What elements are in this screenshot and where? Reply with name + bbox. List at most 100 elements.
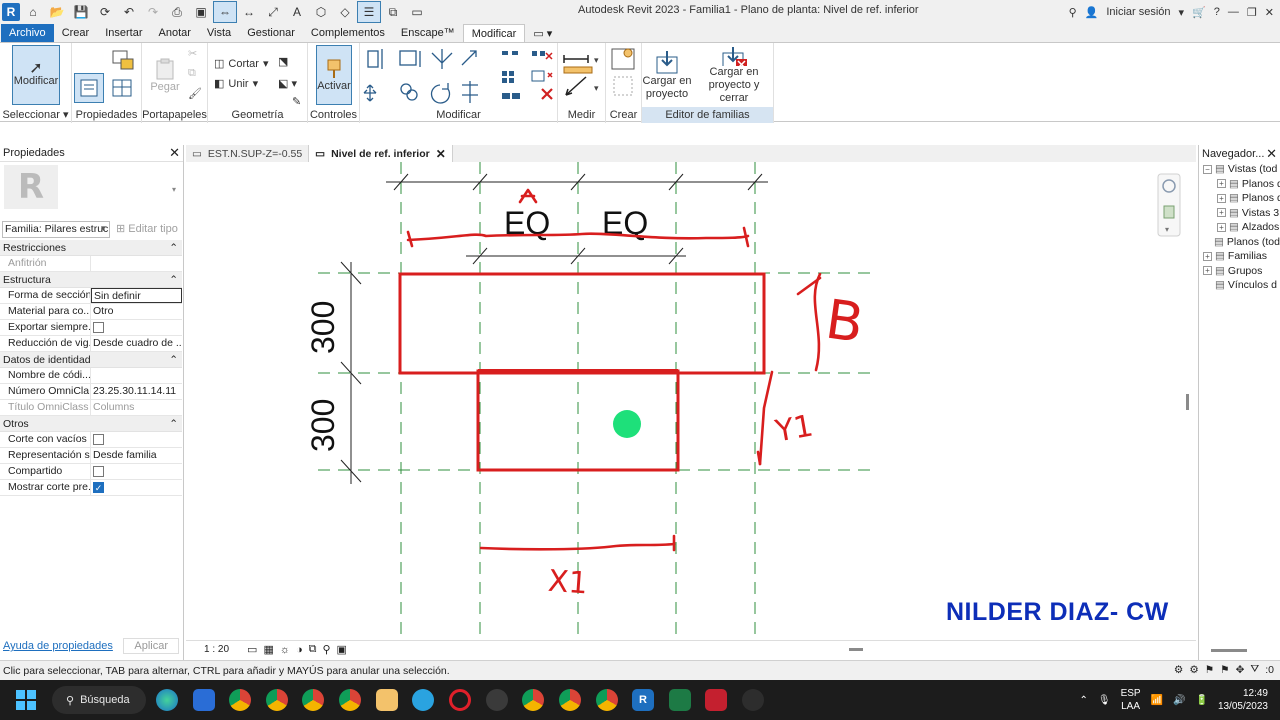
chrome-profile-6-icon[interactable]	[559, 689, 581, 711]
collapse-group-icon[interactable]: ⌃	[169, 274, 178, 286]
autocad-icon[interactable]	[705, 689, 727, 711]
browser-tree-item[interactable]: +▤Alzados (	[1199, 220, 1280, 235]
property-row[interactable]: Material para co... Otro	[0, 304, 182, 320]
property-row[interactable]: Forma de sección Sin definir	[0, 288, 182, 304]
browser-tree-item[interactable]: + ▤ Grupos	[1199, 264, 1280, 279]
modify-button[interactable]: ➚ Modificar	[12, 45, 60, 105]
collapse-group-icon[interactable]: ⌃	[169, 242, 178, 254]
redo-icon[interactable]: ↷	[142, 2, 164, 22]
family-types-button[interactable]	[108, 75, 138, 103]
cut-geometry-button[interactable]: ◫ Cortar ▾	[214, 57, 269, 71]
chrome-profile-7-icon[interactable]	[596, 689, 618, 711]
microphone-icon[interactable]: 🎙	[1098, 695, 1111, 706]
text-icon[interactable]: A	[286, 2, 308, 22]
unchecked-checkbox-icon[interactable]	[93, 466, 104, 477]
file-explorer-icon[interactable]	[376, 689, 398, 711]
drag-elements-icon[interactable]: ✥	[1236, 664, 1245, 676]
volume-icon[interactable]: 🔊	[1173, 695, 1185, 706]
tab-complementos[interactable]: Complementos	[303, 24, 393, 42]
chevron-up-icon[interactable]: ⌃	[1079, 695, 1087, 706]
edit-type-button[interactable]: ⊞ Editar tipo	[116, 221, 178, 238]
view-scale[interactable]: 1 : 20	[204, 644, 229, 655]
undo-icon[interactable]: ↶	[118, 2, 140, 22]
expand-icon[interactable]: +	[1217, 193, 1226, 203]
drawing-canvas[interactable]: EQ EQ 300 300 B Y1 X1 ▾ NILDER DIAZ- CW	[186, 162, 1196, 640]
measure-icons[interactable]: ▾ ▾	[560, 47, 604, 103]
type-properties-button[interactable]	[108, 47, 138, 73]
crop-view-icon[interactable]: ⧉	[309, 643, 317, 656]
measure-icon[interactable]: ⇔	[213, 1, 237, 23]
battery-icon[interactable]: 🔋	[1195, 695, 1207, 706]
revit-app-icon[interactable]: R	[2, 3, 20, 21]
type-selector-expand-icon[interactable]: ▾	[172, 185, 176, 194]
tab-gestionar[interactable]: Gestionar	[239, 24, 303, 42]
chrome-profile-1-icon[interactable]	[229, 689, 251, 711]
navigation-bar[interactable]: ▾	[1157, 173, 1181, 237]
browser-tree-item[interactable]: +▤Planos de	[1199, 177, 1280, 192]
beam-rectangle[interactable]	[398, 272, 766, 375]
edge-icon[interactable]	[156, 689, 178, 711]
browser-tree-item[interactable]: +▤Planos de	[1199, 191, 1280, 206]
property-group-header[interactable]: Estructura ⌃	[0, 272, 182, 288]
select-by-face-icon[interactable]: ⚑	[1220, 664, 1229, 676]
insertion-point-dot[interactable]	[613, 410, 641, 438]
collapse-group-icon[interactable]: ⌃	[169, 418, 178, 430]
sign-in-link[interactable]: Iniciar sesión	[1106, 6, 1170, 18]
chevron-down-icon[interactable]: ▾	[1179, 6, 1185, 19]
unchecked-checkbox-icon[interactable]	[93, 434, 104, 445]
property-value[interactable]	[91, 256, 182, 271]
tag-icon[interactable]: ⤢	[262, 2, 284, 22]
tab-modificar[interactable]: Modificar	[462, 24, 526, 42]
property-group-header[interactable]: Datos de identidad ⌃	[0, 352, 182, 368]
close-icon[interactable]: ✕	[1266, 146, 1277, 162]
view-tab-nivel-ref-inferior[interactable]: ▭ Nivel de ref. inferior ✕	[309, 145, 453, 162]
binoculars-icon[interactable]: ⚲	[1069, 6, 1077, 19]
default-3d-view-icon[interactable]: ⬡	[310, 2, 332, 22]
property-checkbox[interactable]: ✓	[91, 480, 182, 495]
tab-anotar[interactable]: Anotar	[151, 24, 199, 42]
telegram-icon[interactable]	[412, 689, 434, 711]
close-icon[interactable]: ✕	[169, 145, 180, 161]
help-icon[interactable]: ?	[1214, 6, 1220, 18]
property-value[interactable]: Columns	[91, 400, 182, 415]
select-pinned-icon[interactable]: ⚑	[1205, 664, 1214, 676]
expand-icon[interactable]: +	[1217, 179, 1226, 189]
property-value[interactable]: Desde familia	[91, 448, 182, 463]
apply-button[interactable]: Aplicar	[123, 638, 179, 654]
section-icon[interactable]: ◇	[334, 2, 356, 22]
join-geometry-button[interactable]: ◧ Unir ▾	[214, 77, 258, 91]
browser-tree-item[interactable]: − ▤ Vistas (tod	[1199, 162, 1280, 177]
browser-tree-item[interactable]: + ▤ Familias	[1199, 249, 1280, 264]
chevron-down-icon[interactable]: ▾	[101, 223, 106, 234]
paste-button[interactable]: Pegar	[146, 47, 184, 103]
horizontal-scrollbar-thumb[interactable]	[848, 648, 863, 651]
create-group-icons[interactable]	[608, 45, 640, 101]
taskbar-clock[interactable]: 12:49 13/05/2023	[1218, 687, 1268, 713]
tab-insertar[interactable]: Insertar	[97, 24, 150, 42]
cart-icon[interactable]: 🛒	[1192, 6, 1206, 19]
checked-checkbox-icon[interactable]: ✓	[93, 482, 104, 493]
minimize-icon[interactable]: —	[1228, 6, 1239, 18]
close-hidden-windows-icon[interactable]: ⧉	[382, 2, 404, 22]
restore-icon[interactable]: ❐	[1247, 6, 1257, 19]
opera-icon[interactable]	[449, 689, 471, 711]
property-row[interactable]: Corte con vacíos ...	[0, 432, 182, 448]
collapse-group-icon[interactable]: ⌃	[169, 354, 178, 366]
visual-style-icon[interactable]: ▦	[263, 643, 273, 656]
unchecked-checkbox-icon[interactable]	[93, 322, 104, 333]
shadows-icon[interactable]: ◑	[296, 644, 303, 656]
user-icon[interactable]: 👤	[1085, 6, 1099, 19]
property-row[interactable]: Número OmniCla... 23.25.30.11.14.11	[0, 384, 182, 400]
property-row[interactable]: Nombre de códi...	[0, 368, 182, 384]
chrome-profile-5-icon[interactable]	[522, 689, 544, 711]
home-icon[interactable]: ⌂	[22, 2, 44, 22]
cut-clip-icon[interactable]: ✂	[188, 47, 197, 60]
tab-crear[interactable]: Crear	[54, 24, 98, 42]
wifi-icon[interactable]: 📶	[1151, 695, 1163, 706]
ribbon-minimize-toggle[interactable]: ▭ ▾	[525, 24, 560, 42]
load-into-project-button[interactable]: Cargar en proyecto	[642, 45, 692, 105]
print-icon[interactable]: ⎙	[166, 2, 188, 22]
property-row[interactable]: Mostrar corte pre... ✓	[0, 480, 182, 496]
select-links-icon[interactable]: ⚙	[1174, 664, 1183, 676]
select-dropdown[interactable]: Seleccionar ▾	[0, 107, 71, 123]
